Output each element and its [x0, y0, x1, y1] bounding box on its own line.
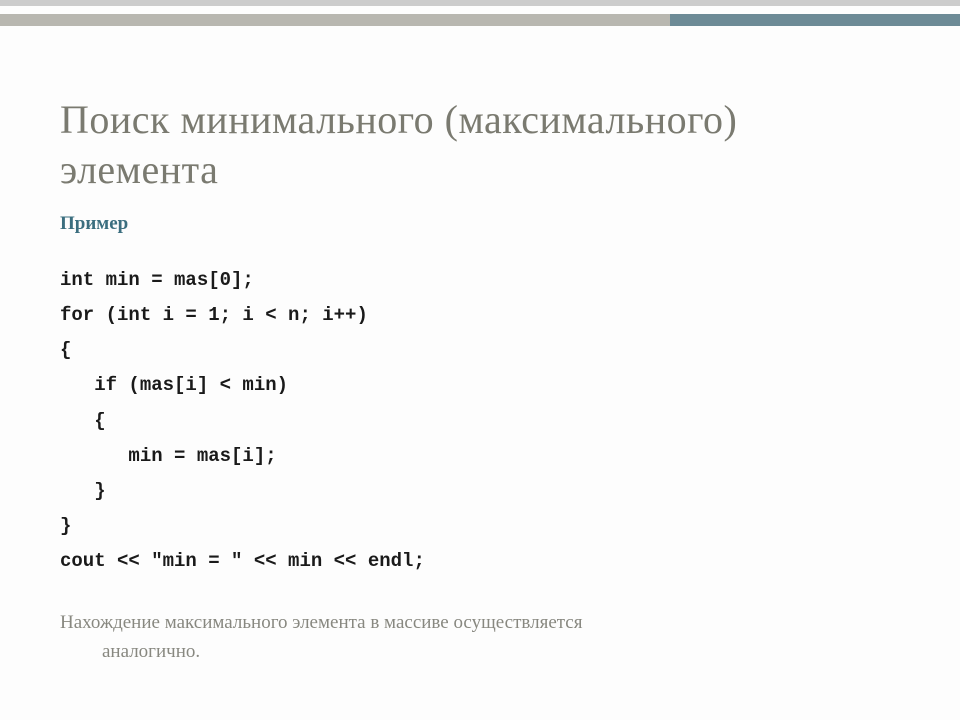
slide-title: Поиск минимального (максимального) элеме…: [60, 95, 900, 195]
code-block: int min = mas[0]; for (int i = 1; i < n;…: [60, 263, 900, 579]
bar-right: [670, 14, 960, 26]
slide-content: Поиск минимального (максимального) элеме…: [0, 0, 960, 666]
footer-text: Нахождение максимального элемента в масс…: [60, 609, 900, 666]
footer-line2: аналогично.: [60, 638, 900, 667]
decorative-bars: [0, 14, 960, 26]
top-border: [0, 0, 960, 6]
example-label: Пример: [60, 213, 900, 235]
bar-left: [0, 14, 670, 26]
footer-line1: Нахождение максимального элемента в масс…: [60, 612, 582, 633]
